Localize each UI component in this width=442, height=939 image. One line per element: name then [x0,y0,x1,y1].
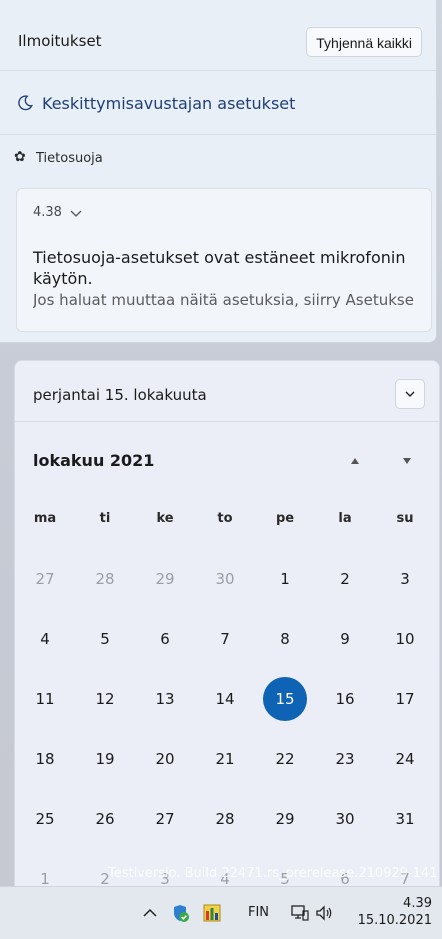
chevron-down-icon [405,391,415,397]
weekday-header: to [217,511,233,526]
calendar-day[interactable]: 22 [263,737,307,781]
clock-date: 15.10.2021 [357,913,432,928]
notification-time: 4.38 [33,205,62,220]
calendar-day[interactable]: 24 [383,737,427,781]
calendar-flyout: perjantai 15. lokakuuta lokakuu 2021 ma … [14,360,440,898]
gear-icon: ✿ [14,149,26,165]
divider [0,70,436,71]
weekday-header: pe [275,511,295,526]
task-manager-tray-button[interactable] [202,903,222,923]
network-icon [291,905,309,921]
notification-card[interactable]: 4.38 Tietosuoja-asetukset ovat estäneet … [16,188,432,332]
notification-header: Ilmoitukset Tyhjennä kaikki [0,0,436,70]
weekday-header: ke [156,511,174,526]
month-title: lokakuu 2021 [33,451,155,470]
chevron-down-icon [70,210,82,217]
group-name: Tietosuoja [36,150,103,166]
volume-icon [316,905,332,921]
notification-center: Ilmoitukset Tyhjennä kaikki Keskittymisa… [0,0,437,343]
notifications-title: Ilmoitukset [18,32,102,50]
calendar-day[interactable]: 8 [263,617,307,661]
calendar-day[interactable]: 4 [23,617,67,661]
calendar-day-other-month[interactable]: 30 [203,557,247,601]
weekday-header: ti [99,511,111,526]
calendar-day[interactable]: 26 [83,797,127,841]
calendar-day[interactable]: 1 [263,557,307,601]
calendar-day[interactable]: 2 [323,557,367,601]
build-watermark: Testiversio. Build 22471.rs_prerelease.2… [108,866,438,881]
calendar-day[interactable]: 19 [83,737,127,781]
weekday-header: ma [33,511,57,526]
calendar-day[interactable]: 17 [383,677,427,721]
network-tray-button[interactable] [290,903,310,923]
collapse-calendar-button[interactable] [395,379,425,409]
calendar-day-today[interactable]: 15 [263,677,307,721]
focus-assist-settings-link[interactable]: Keskittymisavustajan asetukset [16,88,295,118]
previous-month-button[interactable] [345,453,365,469]
notification-body: Jos haluat muuttaa näitä asetuksia, siir… [33,291,414,309]
calendar-day[interactable]: 25 [23,797,67,841]
calendar-day[interactable]: 12 [83,677,127,721]
calendar-day[interactable]: 3 [383,557,427,601]
security-tray-button[interactable] [170,903,190,923]
notification-time-toggle[interactable]: 4.38 [33,205,82,220]
input-language-indicator[interactable]: FIN [248,905,269,920]
next-month-button[interactable] [397,453,417,469]
calendar-day[interactable]: 29 [263,797,307,841]
calendar-day-other-month[interactable]: 28 [83,557,127,601]
weekday-header: la [338,511,352,526]
calendar-day[interactable]: 18 [23,737,67,781]
calendar-day[interactable]: 16 [323,677,367,721]
current-date-label: perjantai 15. lokakuuta [33,386,207,404]
focus-assist-label: Keskittymisavustajan asetukset [42,93,296,113]
divider [0,134,436,135]
triangle-up-icon [351,458,359,464]
calendar-day[interactable]: 23 [323,737,367,781]
moon-icon [18,95,33,111]
calendar-day[interactable]: 11 [23,677,67,721]
chevron-up-icon [143,908,157,917]
calendar-date-row: perjantai 15. lokakuuta [15,361,439,422]
taskbar-clock[interactable]: 4.39 15.10.2021 [358,895,432,929]
notification-title: Tietosuoja-asetukset ovat estäneet mikro… [33,248,406,288]
notification-group-header: ✿ Tietosuoja [14,148,103,168]
taskbar: FIN 4.39 15.10.2021 [0,886,442,939]
calendar-day[interactable]: 9 [323,617,367,661]
calendar-day[interactable]: 6 [143,617,187,661]
clock-time: 4.39 [403,896,432,911]
calendar-day[interactable]: 27 [143,797,187,841]
calendar-day-other-month[interactable]: 27 [23,557,67,601]
security-icon [174,905,189,922]
calendar-day[interactable]: 21 [203,737,247,781]
show-hidden-icons-button[interactable] [140,903,160,923]
weekday-header: su [396,511,414,526]
calendar-day-other-month[interactable]: 29 [143,557,187,601]
calendar-day[interactable]: 31 [383,797,427,841]
calendar-day[interactable]: 5 [83,617,127,661]
calendar-day[interactable]: 10 [383,617,427,661]
triangle-down-icon [403,458,411,464]
clear-all-button[interactable]: Tyhjennä kaikki [306,27,422,57]
calendar-day[interactable]: 20 [143,737,187,781]
calendar-day[interactable]: 30 [323,797,367,841]
volume-tray-button[interactable] [314,903,334,923]
calendar-day[interactable]: 7 [203,617,247,661]
calendar-day[interactable]: 14 [203,677,247,721]
calendar-day[interactable]: 28 [203,797,247,841]
calendar-day[interactable]: 13 [143,677,187,721]
task-manager-icon [203,904,221,922]
